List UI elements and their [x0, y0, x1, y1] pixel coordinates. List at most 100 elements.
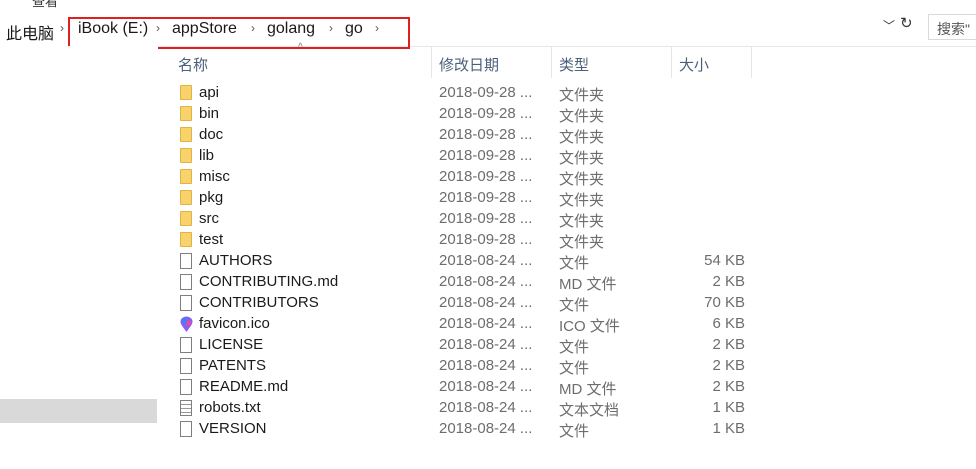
file-icon: [180, 379, 192, 395]
file-size: 6 KB: [712, 315, 745, 332]
file-name: favicon.ico: [199, 315, 270, 332]
file-row[interactable]: api 2018-09-28 ... 文件夹: [160, 83, 760, 104]
file-name: test: [199, 231, 224, 248]
file-type: 文件夹: [559, 234, 605, 251]
file-row[interactable]: AUTHORS 2018-08-24 ... 文件 54 KB: [160, 251, 760, 272]
folder-icon: [180, 85, 192, 100]
file-date: 2018-09-28 ...: [439, 189, 533, 206]
file-icon: [180, 358, 192, 374]
file-icon: [180, 421, 192, 437]
column-size[interactable]: 大小: [672, 46, 752, 78]
file-type: 文件: [559, 423, 590, 440]
file-name: robots.txt: [199, 399, 261, 416]
file-row[interactable]: lib 2018-09-28 ... 文件夹: [160, 146, 760, 167]
file-row[interactable]: CONTRIBUTING.md 2018-08-24 ... MD 文件 2 KB: [160, 272, 760, 293]
file-row[interactable]: test 2018-09-28 ... 文件夹: [160, 230, 760, 251]
file-type: 文件夹: [559, 150, 605, 167]
file-row[interactable]: PATENTS 2018-08-24 ... 文件 2 KB: [160, 356, 760, 377]
file-date: 2018-09-28 ...: [439, 84, 533, 101]
file-type: MD 文件: [559, 381, 617, 398]
file-size: 2 KB: [712, 378, 745, 395]
nav-selected-item[interactable]: [0, 399, 157, 423]
file-icon: [180, 337, 192, 353]
highlight-box: [68, 17, 410, 49]
search-input[interactable]: 搜索": [928, 14, 976, 40]
file-name: lib: [199, 147, 215, 164]
file-date: 2018-08-24 ...: [439, 420, 533, 437]
top-strip: 查看: [0, 0, 976, 10]
file-type: 文件: [559, 360, 590, 377]
file-name: CONTRIBUTING.md: [199, 273, 339, 290]
file-size: 70 KB: [704, 294, 745, 311]
file-row[interactable]: bin 2018-09-28 ... 文件夹: [160, 104, 760, 125]
file-date: 2018-09-28 ...: [439, 168, 533, 185]
file-row[interactable]: VERSION 2018-08-24 ... 文件 1 KB: [160, 419, 760, 440]
column-header-row: ^ 名称 修改日期 类型 大小: [160, 42, 752, 78]
file-row[interactable]: misc 2018-09-28 ... 文件夹: [160, 167, 760, 188]
address-bar[interactable]: 此电脑 › iBook (E:) › appStore › golang › g…: [0, 10, 976, 49]
file-icon: [180, 253, 192, 269]
file-date: 2018-09-28 ...: [439, 126, 533, 143]
file-type: 文件夹: [559, 87, 605, 104]
file-date: 2018-08-24 ...: [439, 252, 533, 269]
file-date: 2018-08-24 ...: [439, 273, 533, 290]
file-icon: [180, 274, 192, 290]
file-size: 1 KB: [712, 399, 745, 416]
file-row[interactable]: src 2018-09-28 ... 文件夹: [160, 209, 760, 230]
file-date: 2018-08-24 ...: [439, 378, 533, 395]
file-row[interactable]: pkg 2018-09-28 ... 文件夹: [160, 188, 760, 209]
file-name: doc: [199, 126, 224, 143]
column-type[interactable]: 类型: [552, 46, 672, 78]
file-type: 文件夹: [559, 108, 605, 125]
file-size: 2 KB: [712, 273, 745, 290]
file-row[interactable]: robots.txt 2018-08-24 ... 文本文档 1 KB: [160, 398, 760, 419]
file-row[interactable]: CONTRIBUTORS 2018-08-24 ... 文件 70 KB: [160, 293, 760, 314]
folder-icon: [180, 232, 192, 247]
file-type: 文件夹: [559, 129, 605, 146]
folder-icon: [180, 169, 192, 184]
file-size: 2 KB: [712, 336, 745, 353]
file-date: 2018-08-24 ...: [439, 294, 533, 311]
file-date: 2018-08-24 ...: [439, 399, 533, 416]
file-name: CONTRIBUTORS: [199, 294, 319, 311]
menu-fragment[interactable]: 查看: [32, 0, 58, 10]
file-name: misc: [199, 168, 230, 185]
file-type: 文件夹: [559, 213, 605, 230]
file-row[interactable]: doc 2018-09-28 ... 文件夹: [160, 125, 760, 146]
file-type: MD 文件: [559, 276, 617, 293]
file-date: 2018-09-28 ...: [439, 210, 533, 227]
folder-icon: [180, 127, 192, 142]
file-type: 文件: [559, 297, 590, 314]
column-name[interactable]: 名称: [160, 46, 432, 78]
file-date: 2018-08-24 ...: [439, 315, 533, 332]
file-name: VERSION: [199, 420, 267, 437]
file-row[interactable]: LICENSE 2018-08-24 ... 文件 2 KB: [160, 335, 760, 356]
text-file-icon: [180, 400, 192, 416]
refresh-icon[interactable]: ↻: [900, 14, 913, 32]
file-row[interactable]: README.md 2018-08-24 ... MD 文件 2 KB: [160, 377, 760, 398]
file-type: 文件: [559, 339, 590, 356]
folder-icon: [180, 148, 192, 163]
file-name: AUTHORS: [199, 252, 273, 269]
file-type: 文件夹: [559, 171, 605, 188]
folder-icon: [180, 106, 192, 121]
file-row[interactable]: favicon.ico 2018-08-24 ... ICO 文件 6 KB: [160, 314, 760, 335]
crumb-this-pc[interactable]: 此电脑: [6, 20, 54, 44]
chevron-right-icon[interactable]: ›: [60, 21, 64, 35]
file-date: 2018-08-24 ...: [439, 336, 533, 353]
file-type: 文件夹: [559, 192, 605, 209]
file-name: README.md: [199, 378, 289, 395]
folder-icon: [180, 211, 192, 226]
file-date: 2018-09-28 ...: [439, 231, 533, 248]
file-name: api: [199, 84, 220, 101]
folder-icon: [180, 190, 192, 205]
breadcrumb[interactable]: 此电脑 › iBook (E:) › appStore › golang › g…: [0, 16, 900, 49]
file-name: src: [199, 210, 219, 227]
file-size: 1 KB: [712, 420, 745, 437]
file-type: 文本文档: [559, 402, 620, 419]
column-date[interactable]: 修改日期: [432, 46, 552, 78]
navigation-pane[interactable]: [0, 46, 158, 469]
file-list[interactable]: ^ 名称 修改日期 类型 大小 api 2018-09-28 ... 文件夹 bin 2…: [160, 42, 976, 469]
chevron-down-icon[interactable]: ﹀: [883, 17, 895, 34]
file-name: LICENSE: [199, 336, 264, 353]
